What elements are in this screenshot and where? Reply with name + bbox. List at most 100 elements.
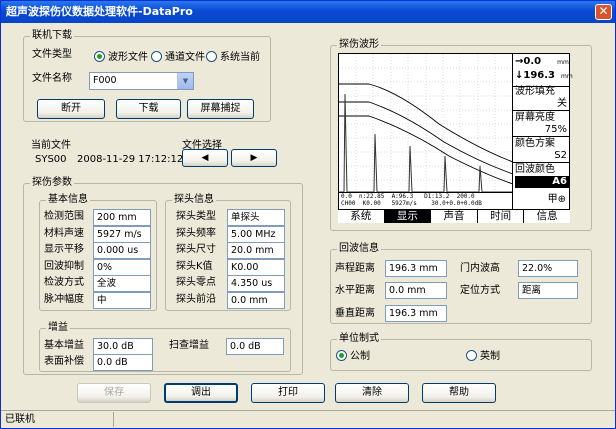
prev-file-button[interactable]: ◀ — [182, 149, 228, 167]
recall-button[interactable]: 调出 — [164, 383, 238, 403]
radio-label: 公制 — [350, 351, 370, 362]
scope-side-panel: →0.0 mm ↓196.3 mm 波形填充关 屏幕亮度 75% 颜色方案 S2 回波颜… — [512, 53, 573, 209]
gate-height-label: 门内波高 — [460, 263, 500, 274]
radio-dot — [94, 51, 105, 62]
param-field[interactable]: K0.00 — [227, 258, 285, 276]
save-button[interactable]: 保存 — [77, 383, 151, 403]
file-type-label: 文件类型 — [32, 49, 72, 60]
next-file-button[interactable]: ▶ — [231, 149, 277, 167]
radio-label: 波形文件 — [108, 52, 148, 63]
radio-channel-file[interactable]: 通道文件 — [151, 51, 205, 64]
param-field[interactable]: 0.0 mm — [227, 291, 285, 309]
param-label: 脉冲幅度 — [44, 293, 84, 305]
radio-label: 英制 — [480, 351, 500, 362]
app-window: 超声波探伤仪数据处理软件-DataPro ✕ 联机下载 文件类型 波形文件 通道… — [0, 0, 616, 429]
basic-info-title: 基本信息 — [46, 194, 90, 206]
scope-menu: 系统 显示 声音 时间 信息 — [338, 209, 570, 223]
capture-button[interactable]: 屏幕捕捉 — [187, 99, 254, 119]
opt-label: 屏幕亮度 — [515, 112, 555, 123]
scope-readout-1: 0.0 n:22.85 A:96.3 D1:13.2 200.0 — [341, 193, 475, 200]
close-icon[interactable]: ✕ — [595, 4, 612, 20]
opt-fill[interactable]: 波形填充关 — [513, 86, 570, 111]
locate-mode-label: 定位方式 — [460, 285, 500, 296]
vertical-distance-label: 垂直距离 — [335, 308, 375, 319]
param-field[interactable]: 0.000 us — [93, 242, 151, 259]
window-title: 超声波探伤仪数据处理软件-DataPro — [6, 5, 193, 18]
param-field[interactable]: 5.00 MHz — [227, 225, 285, 243]
opt-value: A6 — [515, 176, 570, 188]
opt-label: 颜色方案 — [515, 138, 555, 149]
radio-system-current[interactable]: 系统当前 — [206, 51, 260, 64]
param-field[interactable]: 单探头 — [227, 209, 285, 226]
radio-label: 系统当前 — [220, 52, 260, 63]
radio-wave-file[interactable]: 波形文件 — [94, 51, 148, 64]
clear-button[interactable]: 清除 — [335, 383, 409, 403]
status-bar: 已联机 — [1, 410, 615, 428]
channel-indicator: 甲⊕ — [547, 194, 566, 205]
menu-info[interactable]: 信息 — [524, 210, 570, 223]
base-gain-label: 基本增益 — [44, 340, 84, 351]
param-field[interactable]: 0% — [93, 258, 151, 276]
download-button[interactable]: 下载 — [116, 99, 181, 119]
file-name-value: F000 — [93, 75, 117, 86]
radio-imperial[interactable]: 英制 — [466, 350, 500, 363]
vertical-distance-field[interactable]: 196.3 mm — [385, 305, 447, 322]
param-field[interactable]: 20.0 mm — [227, 242, 285, 259]
param-field[interactable]: 200 mm — [93, 209, 151, 226]
surface-comp-field[interactable]: 0.0 dB — [93, 354, 153, 371]
param-label: 探头频率 — [176, 227, 216, 239]
base-gain-field[interactable]: 30.0 dB — [93, 338, 153, 355]
gate-height-field[interactable]: 22.0% — [518, 260, 578, 277]
conn-group-title: 联机下载 — [30, 30, 74, 42]
radio-dot — [151, 51, 162, 62]
param-label: 探头类型 — [176, 211, 216, 222]
params-group-title: 探伤参数 — [30, 177, 74, 189]
param-field[interactable]: 全波 — [93, 275, 151, 292]
opt-brightness[interactable]: 屏幕亮度 75% — [513, 112, 570, 137]
chevron-down-icon[interactable]: ▼ — [177, 73, 193, 89]
sound-path-label: 声程距离 — [335, 263, 375, 274]
param-label: 材料声速 — [44, 227, 84, 239]
scan-gain-field[interactable]: 0.0 dB — [226, 338, 284, 355]
menu-display[interactable]: 显示 — [384, 210, 432, 223]
opt-echo-color[interactable]: 回波颜色 A6 — [513, 164, 570, 188]
print-button[interactable]: 打印 — [251, 383, 325, 403]
menu-time[interactable]: 时间 — [478, 210, 525, 223]
probe-info-title: 探头信息 — [172, 194, 216, 206]
title-bar: 超声波探伤仪数据处理软件-DataPro ✕ — [1, 1, 615, 23]
help-button[interactable]: 帮助 — [422, 383, 496, 403]
param-label: 探头零点 — [176, 277, 216, 288]
file-name-select[interactable]: F000 ▼ — [89, 72, 194, 90]
unit-title: 单位制式 — [337, 333, 381, 345]
scope-start-value: →0.0 — [515, 56, 542, 67]
menu-sound[interactable]: 声音 — [431, 210, 478, 223]
gain-title: 增益 — [46, 322, 70, 334]
param-label: 探头K值 — [176, 260, 213, 272]
opt-color-scheme[interactable]: 颜色方案 S2 — [513, 138, 570, 163]
param-field[interactable]: 5927 m/s — [93, 225, 151, 243]
waveform-title: 探伤波形 — [337, 39, 381, 51]
param-label: 检测范围 — [44, 211, 84, 222]
surface-comp-label: 表面补偿 — [44, 356, 84, 367]
menu-system[interactable]: 系统 — [338, 210, 385, 223]
param-field[interactable]: 中 — [93, 291, 151, 309]
status-divider — [113, 412, 114, 427]
opt-value: 关 — [557, 98, 567, 109]
param-field[interactable]: 4.350 us — [227, 275, 285, 292]
waveform-plot — [339, 54, 513, 194]
scope-readout-2: CH00 K0.00 5927m/s 30.0+0.0+0.0dB — [341, 200, 482, 207]
file-name-label: 文件名称 — [32, 73, 72, 84]
sound-path-field[interactable]: 196.3 mm — [385, 260, 447, 277]
horizontal-distance-field[interactable]: 0.0 mm — [385, 282, 447, 299]
radio-dot — [466, 350, 477, 361]
scope-range-value: ↓196.3 — [515, 70, 556, 81]
radio-dot — [206, 51, 217, 62]
radio-metric[interactable]: 公制 — [336, 350, 370, 363]
opt-value: 75% — [544, 124, 567, 135]
current-file-label: 当前文件 — [31, 140, 71, 151]
scope-grid — [339, 54, 513, 194]
disconnect-button[interactable]: 断开 — [37, 99, 105, 119]
scope-unit: mm — [557, 59, 569, 66]
horizontal-distance-label: 水平距离 — [335, 285, 375, 296]
locate-mode-field[interactable]: 距离 — [518, 282, 578, 299]
